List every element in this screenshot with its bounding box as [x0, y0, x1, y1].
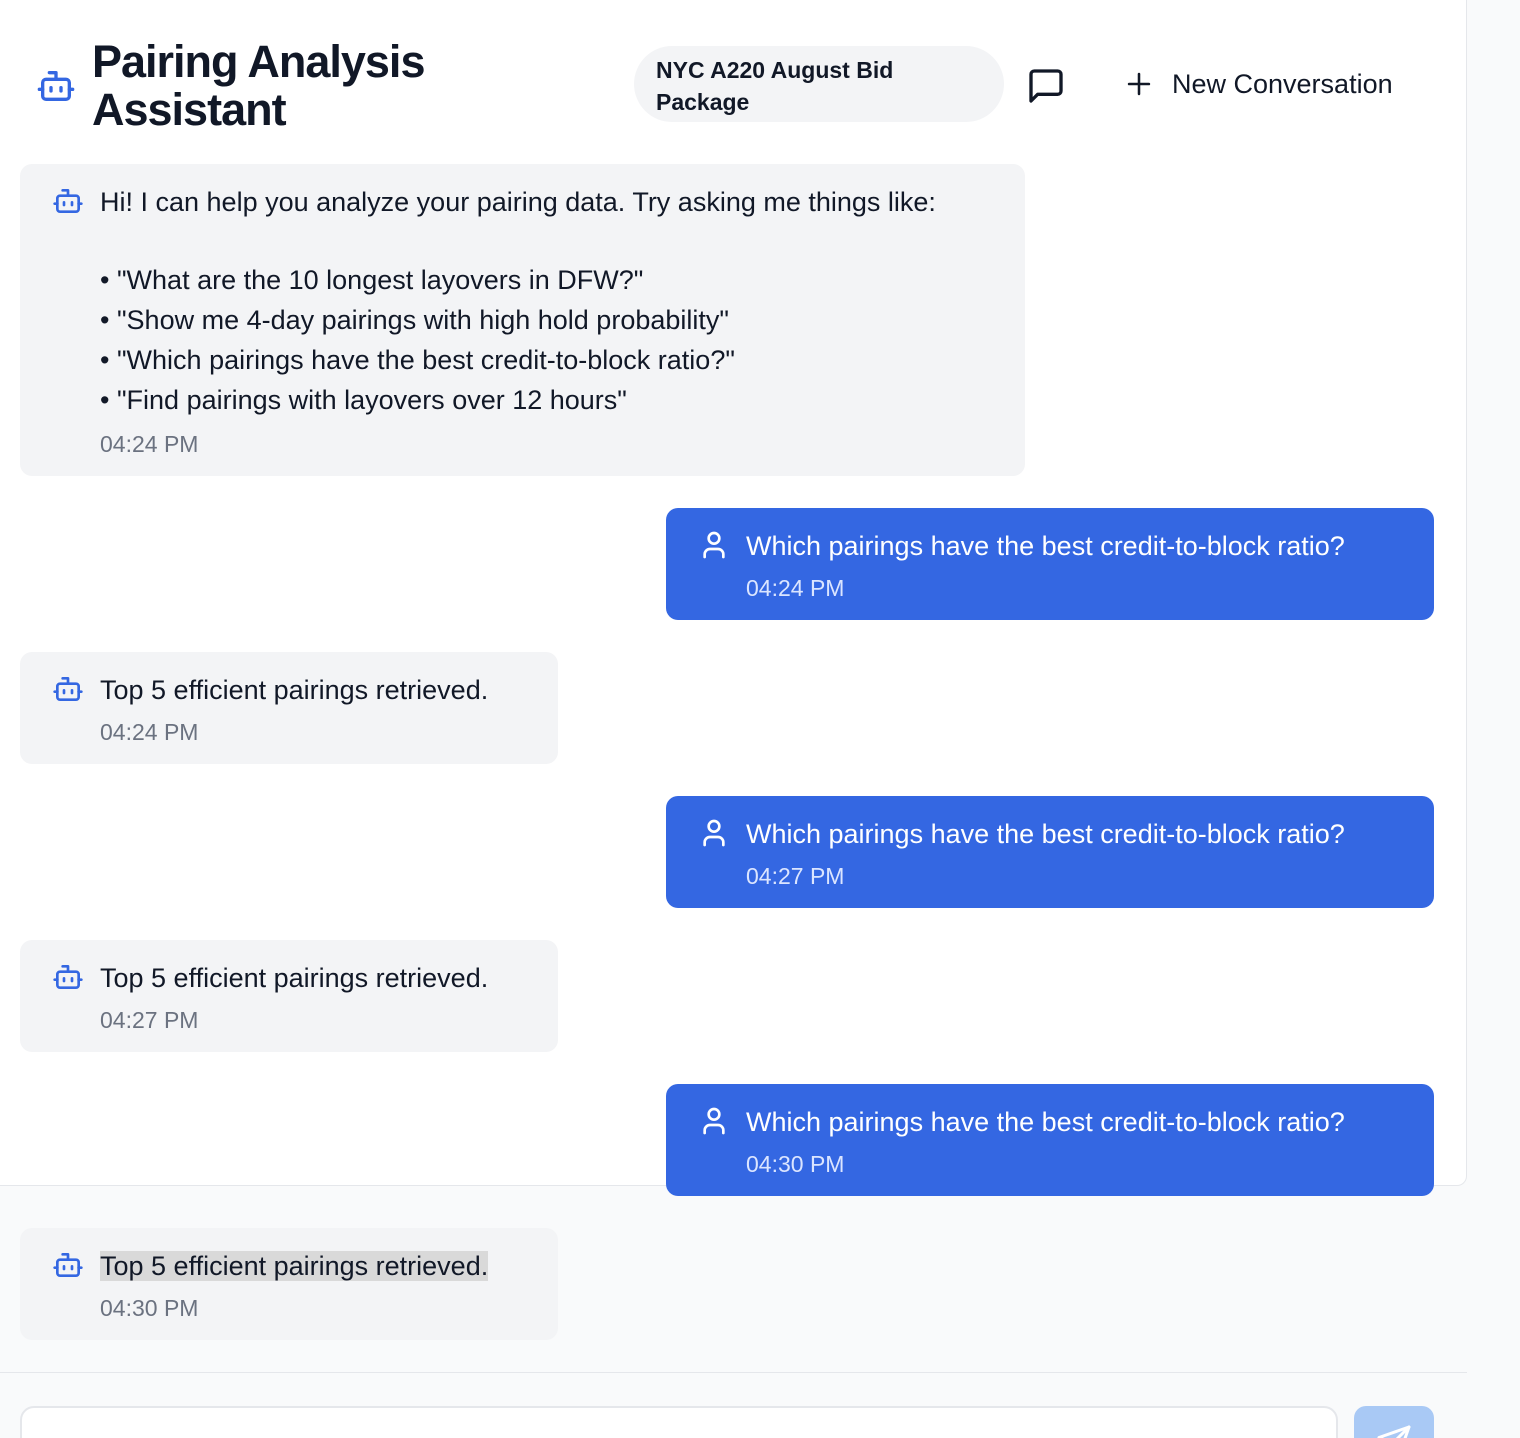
assistant-message: Hi! I can help you analyze your pairing … [20, 164, 1025, 476]
send-button[interactable] [1354, 1406, 1434, 1438]
message-text: Top 5 efficient pairings retrieved. [100, 963, 489, 993]
suggestion-list: • "What are the 10 longest layovers in D… [100, 260, 735, 420]
assistant-message: Top 5 efficient pairings retrieved. 04:2… [20, 940, 558, 1052]
list-item: • "Find pairings with layovers over 12 h… [100, 385, 627, 415]
robot-icon [37, 71, 75, 102]
message-timestamp: 04:30 PM [746, 1151, 845, 1177]
message-text: Hi! I can help you analyze your pairing … [100, 187, 936, 217]
message-square-icon[interactable] [1026, 66, 1066, 106]
message-text: Which pairings have the best credit-to-b… [746, 819, 1345, 849]
composer-divider [0, 1372, 1467, 1373]
robot-icon [53, 189, 83, 213]
message-timestamp: 04:27 PM [746, 863, 845, 889]
user-message: Which pairings have the best credit-to-b… [666, 796, 1434, 908]
message-text: Which pairings have the best credit-to-b… [746, 1107, 1345, 1137]
list-item: • "Show me 4-day pairings with high hold… [100, 305, 729, 335]
message-timestamp: 04:27 PM [100, 1007, 199, 1033]
robot-icon [53, 965, 83, 989]
user-icon [703, 1107, 725, 1135]
message-timestamp: 04:24 PM [746, 575, 845, 601]
list-item: • "What are the 10 longest layovers in D… [100, 265, 644, 295]
user-message: Which pairings have the best credit-to-b… [666, 508, 1434, 620]
list-item: • "Which pairings have the best credit-t… [100, 345, 735, 375]
assistant-message: Top 5 efficient pairings retrieved. 04:2… [20, 652, 558, 764]
new-conversation-label: New Conversation [1172, 68, 1393, 99]
new-conversation-button[interactable]: New Conversation [1122, 60, 1393, 108]
message-timestamp: 04:30 PM [100, 1295, 199, 1321]
assistant-message: Top 5 efficient pairings retrieved. 04:3… [20, 1228, 558, 1340]
message-input[interactable] [20, 1406, 1338, 1438]
bid-package-badge[interactable]: NYC A220 August Bid Package [634, 46, 1004, 122]
message-timestamp: 04:24 PM [100, 719, 199, 745]
user-message: Which pairings have the best credit-to-b… [666, 1084, 1434, 1196]
plus-icon [1127, 72, 1151, 96]
selected-text[interactable]: Top 5 efficient pairings retrieved. [100, 1251, 489, 1281]
robot-icon [53, 1253, 83, 1277]
robot-icon [53, 677, 83, 701]
user-icon [703, 819, 725, 847]
user-icon [703, 531, 725, 559]
page-title: Pairing Analysis Assistant [92, 36, 425, 135]
message-text: Which pairings have the best credit-to-b… [746, 531, 1345, 561]
message-text: Top 5 efficient pairings retrieved. [100, 675, 489, 705]
message-text: Top 5 efficient pairings retrieved. [100, 1246, 489, 1286]
send-icon [1377, 1425, 1411, 1438]
message-timestamp: 04:24 PM [100, 431, 199, 457]
